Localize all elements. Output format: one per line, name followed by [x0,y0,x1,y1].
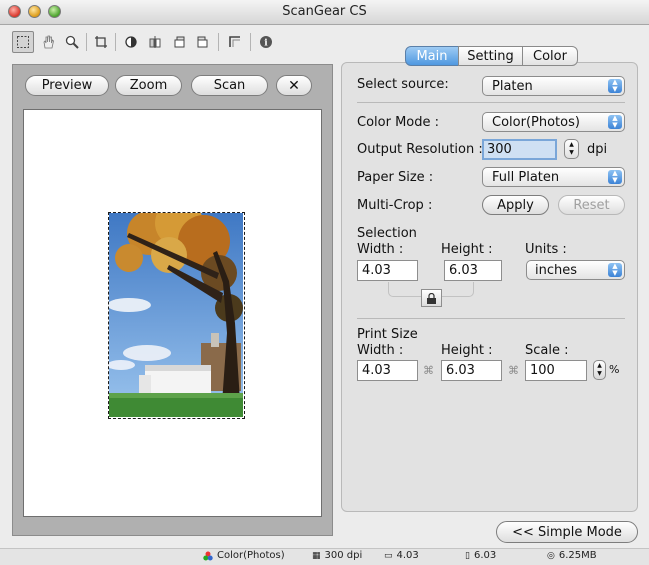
color-mode-popup[interactable]: Color(Photos) ▲ ▼ [482,112,625,132]
aspect-ratio-lock-button[interactable] [421,289,442,307]
simple-mode-button[interactable]: << Simple Mode [496,521,638,543]
scan-button[interactable]: Scan [191,75,268,96]
output-resolution-field[interactable]: 300 [482,139,557,160]
status-height: ▯ 6.03 [465,550,497,561]
invert-icon[interactable] [120,31,142,53]
color-mode-value: Color(Photos) [492,115,580,130]
apply-button[interactable]: Apply [482,195,549,215]
rotate-right-icon[interactable] [192,31,214,53]
disk-icon: ◎ [547,550,555,561]
link-icon: ⌘ [423,364,434,377]
print-height-field[interactable]: 6.03 [441,360,502,381]
select-source-popup[interactable]: Platen ▲ ▼ [482,76,625,96]
dpi-unit-label: dpi [587,142,608,157]
mirror-icon[interactable] [144,31,166,53]
units-popup[interactable]: inches ▲ ▼ [526,260,625,280]
tab-main[interactable]: Main [405,46,459,66]
scale-field[interactable]: 100 [525,360,587,381]
width-icon: ▭ [384,550,393,561]
percent-label: % [609,363,620,376]
reset-button[interactable]: Reset [558,195,625,215]
auto-crop-icon[interactable] [224,31,246,53]
units-label: Units : [525,242,567,257]
select-source-value: Platen [492,79,533,94]
status-bar: Color(Photos) ▦ 300 dpi ▭ 4.03 ▯ 6.03 ◎ … [0,548,649,565]
lock-icon [427,292,436,304]
title-bar: ScanGear CS [0,0,649,25]
hand-icon[interactable] [37,31,59,53]
popup-arrows-icon: ▲ ▼ [608,79,622,93]
svg-text:i: i [264,39,268,49]
multi-crop-label: Multi-Crop : [357,198,433,213]
divider [357,102,625,103]
output-resolution-label: Output Resolution : [357,142,483,157]
selection-height-label: Height : [441,242,493,257]
resolution-icon: ▦ [312,550,321,561]
popup-arrows-icon: ▲ ▼ [608,263,622,277]
status-color-mode: Color(Photos) [203,550,285,561]
divider [357,318,625,319]
selection-width-label: Width : [357,242,404,257]
tab-setting[interactable]: Setting [458,46,523,66]
selection-width-field[interactable]: 4.03 [357,260,418,281]
window-title: ScanGear CS [282,4,367,19]
scale-stepper[interactable]: ▲ ▼ [593,360,606,380]
scale-label: Scale : [525,343,569,358]
paper-size-label: Paper Size : [357,170,434,185]
platen-preview-area[interactable] [23,109,322,517]
print-size-heading: Print Size [357,327,418,342]
status-file-size: ◎ 6.25MB [547,550,597,561]
paper-size-value: Full Platen [492,170,560,185]
preview-button[interactable]: Preview [25,75,109,96]
select-source-label: Select source: [357,77,449,92]
paper-size-popup[interactable]: Full Platen ▲ ▼ [482,167,625,187]
height-icon: ▯ [465,550,470,561]
marquee-select-icon[interactable] [12,31,34,53]
popup-arrows-icon: ▲ ▼ [608,115,622,129]
scanned-photo-image [109,213,243,417]
zoom-icon[interactable] [61,31,83,53]
print-width-label: Width : [357,343,404,358]
close-icon: ✕ [288,77,300,94]
resolution-dropdown-button[interactable]: ▲ ▼ [564,139,579,159]
selection-heading: Selection [357,226,417,241]
crop-icon[interactable] [90,31,112,53]
tab-color[interactable]: Color [522,46,578,66]
color-mode-label: Color Mode : [357,115,440,130]
info-icon[interactable]: i [255,31,277,53]
popup-arrows-icon: ▲ ▼ [608,170,622,184]
rotate-left-icon[interactable] [168,31,190,53]
units-value: inches [535,263,578,278]
preview-panel: Preview Zoom Scan ✕ [12,64,333,536]
clear-preview-button[interactable]: ✕ [276,75,312,96]
status-resolution: ▦ 300 dpi [312,550,363,561]
scangear-window: ScanGear CS i Preview Zoom Scan ✕ Main S… [0,0,649,565]
print-height-label: Height : [441,343,493,358]
status-width: ▭ 4.03 [384,550,419,561]
zoom-button[interactable]: Zoom [115,75,182,96]
print-width-field[interactable]: 4.03 [357,360,418,381]
color-mode-icon [203,551,213,560]
link-icon: ⌘ [508,364,519,377]
selection-height-field[interactable]: 6.03 [444,260,502,281]
scanned-photo-selection[interactable] [108,212,245,419]
